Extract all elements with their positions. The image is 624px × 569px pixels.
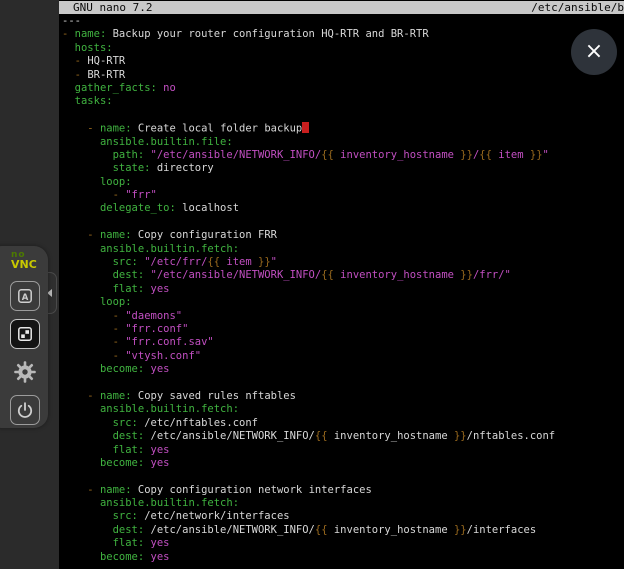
editor-line: ansible.builtin.fetch: [62,243,624,256]
nano-file-path: /etc/ansible/b [531,1,624,14]
editor-line: state: directory [62,162,624,175]
editor-line: flat: yes [62,444,624,457]
fullscreen-button[interactable] [10,319,40,349]
editor-line: ansible.builtin.fetch: [62,403,624,416]
editor-line: tasks: [62,95,624,108]
editor-line: dest: /etc/ansible/NETWORK_INFO/{{ inven… [62,430,624,443]
keyboard-a-icon: A [11,282,39,310]
keyboard-button[interactable]: A [10,281,40,311]
close-icon: × [585,41,603,63]
power-button[interactable] [10,395,40,425]
editor-line: - name: Backup your router configuration… [62,28,624,41]
editor-line: dest: "/etc/ansible/NETWORK_INFO/{{ inve… [62,269,624,282]
nano-app-version: GNU nano 7.2 [73,1,152,14]
text-cursor [302,122,308,133]
power-icon [11,396,39,424]
editor-line: become: yes [62,457,624,470]
editor-line: - name: Copy saved rules nftables [62,390,624,403]
editor-line: src: /etc/network/interfaces [62,510,624,523]
editor-line: flat: yes [62,537,624,550]
close-button[interactable]: × [571,29,617,75]
editor-line: - name: Create local folder backup [62,122,624,135]
terminal-window: GNU nano 7.2 /etc/ansible/b ---- name: B… [59,0,624,569]
editor-line: - "frr.conf.sav" [62,336,624,349]
novnc-logo: no VNC [11,251,37,270]
editor-line: - name: Copy configuration network inter… [62,484,624,497]
editor-line: hosts: [62,42,624,55]
fullscreen-icon [11,320,39,348]
editor-line: - HQ-RTR [62,55,624,68]
vnc-control-bar: no VNC A [0,246,48,428]
editor-line [62,377,624,390]
editor-line: loop: [62,296,624,309]
editor-line: become: yes [62,551,624,564]
editor-line: path: "/etc/ansible/NETWORK_INFO/{{ inve… [62,149,624,162]
editor-line [62,470,624,483]
editor-line: dest: /etc/ansible/NETWORK_INFO/{{ inven… [62,524,624,537]
editor-content[interactable]: ---- name: Backup your router configurat… [62,15,624,569]
editor-line: gather_facts: no [62,82,624,95]
gear-icon [11,358,39,386]
vnc-buttons: A [10,281,42,433]
editor-line: - name: Copy configuration FRR [62,229,624,242]
editor-line: --- [62,15,624,28]
editor-line: - BR-RTR [62,69,624,82]
svg-text:A: A [22,293,29,303]
nano-titlebar: GNU nano 7.2 /etc/ansible/b [59,1,624,14]
editor-line: src: /etc/nftables.conf [62,417,624,430]
editor-line: flat: yes [62,283,624,296]
editor-line [62,109,624,122]
editor-line: ansible.builtin.file: [62,136,624,149]
editor-line: ansible.builtin.fetch: [62,497,624,510]
editor-line [62,216,624,229]
editor-line: - "frr" [62,189,624,202]
settings-button[interactable] [10,357,40,387]
editor-line: - "vtysh.conf" [62,350,624,363]
editor-line: delegate_to: localhost [62,202,624,215]
editor-line: become: yes [62,363,624,376]
editor-line: src: "/etc/frr/{{ item }}" [62,256,624,269]
novnc-logo-vnc: VNC [11,259,37,270]
editor-line: - "frr.conf" [62,323,624,336]
editor-line: loop: [62,176,624,189]
editor-line: - "daemons" [62,310,624,323]
